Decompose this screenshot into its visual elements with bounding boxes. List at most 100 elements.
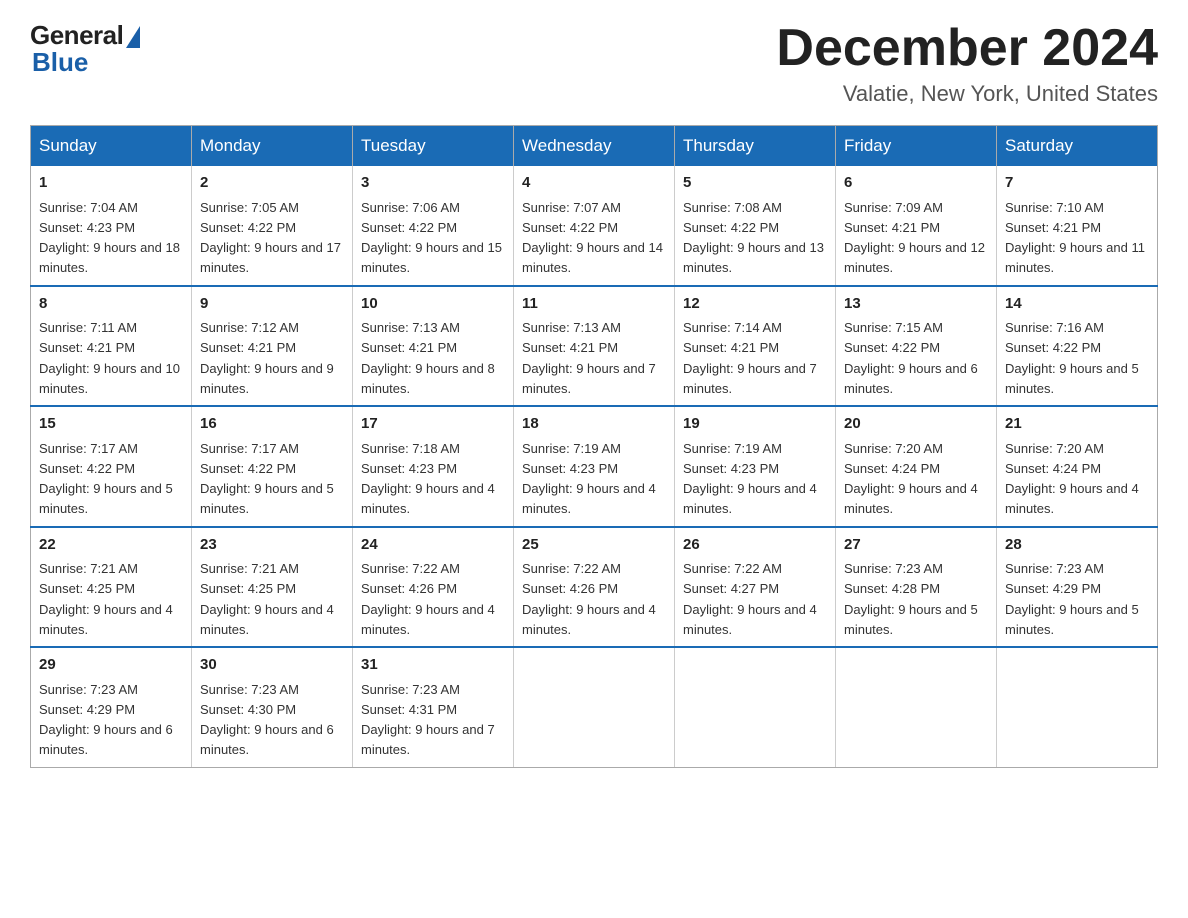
calendar-day-cell: 28 Sunrise: 7:23 AMSunset: 4:29 PMDaylig…	[997, 527, 1158, 648]
day-info: Sunrise: 7:19 AMSunset: 4:23 PMDaylight:…	[683, 441, 817, 517]
calendar-day-header: Wednesday	[514, 126, 675, 167]
calendar-week-row: 15 Sunrise: 7:17 AMSunset: 4:22 PMDaylig…	[31, 406, 1158, 527]
day-info: Sunrise: 7:17 AMSunset: 4:22 PMDaylight:…	[39, 441, 173, 517]
day-number: 22	[39, 534, 183, 557]
calendar-day-cell: 12 Sunrise: 7:14 AMSunset: 4:21 PMDaylig…	[675, 286, 836, 407]
calendar-day-cell: 31 Sunrise: 7:23 AMSunset: 4:31 PMDaylig…	[353, 647, 514, 767]
day-info: Sunrise: 7:23 AMSunset: 4:30 PMDaylight:…	[200, 682, 334, 758]
calendar-table: SundayMondayTuesdayWednesdayThursdayFrid…	[30, 125, 1158, 768]
calendar-day-cell: 21 Sunrise: 7:20 AMSunset: 4:24 PMDaylig…	[997, 406, 1158, 527]
day-info: Sunrise: 7:16 AMSunset: 4:22 PMDaylight:…	[1005, 320, 1139, 396]
calendar-week-row: 1 Sunrise: 7:04 AMSunset: 4:23 PMDayligh…	[31, 166, 1158, 286]
day-info: Sunrise: 7:23 AMSunset: 4:29 PMDaylight:…	[39, 682, 173, 758]
calendar-day-cell: 30 Sunrise: 7:23 AMSunset: 4:30 PMDaylig…	[192, 647, 353, 767]
calendar-week-row: 22 Sunrise: 7:21 AMSunset: 4:25 PMDaylig…	[31, 527, 1158, 648]
month-title: December 2024	[776, 20, 1158, 77]
calendar-day-cell: 16 Sunrise: 7:17 AMSunset: 4:22 PMDaylig…	[192, 406, 353, 527]
calendar-day-cell: 7 Sunrise: 7:10 AMSunset: 4:21 PMDayligh…	[997, 166, 1158, 286]
calendar-day-cell: 2 Sunrise: 7:05 AMSunset: 4:22 PMDayligh…	[192, 166, 353, 286]
calendar-day-cell: 25 Sunrise: 7:22 AMSunset: 4:26 PMDaylig…	[514, 527, 675, 648]
day-info: Sunrise: 7:08 AMSunset: 4:22 PMDaylight:…	[683, 200, 824, 276]
calendar-day-cell: 20 Sunrise: 7:20 AMSunset: 4:24 PMDaylig…	[836, 406, 997, 527]
calendar-day-cell: 22 Sunrise: 7:21 AMSunset: 4:25 PMDaylig…	[31, 527, 192, 648]
day-number: 31	[361, 654, 505, 677]
calendar-day-cell: 24 Sunrise: 7:22 AMSunset: 4:26 PMDaylig…	[353, 527, 514, 648]
calendar-day-cell: 8 Sunrise: 7:11 AMSunset: 4:21 PMDayligh…	[31, 286, 192, 407]
calendar-day-cell: 29 Sunrise: 7:23 AMSunset: 4:29 PMDaylig…	[31, 647, 192, 767]
day-number: 14	[1005, 293, 1149, 316]
day-number: 13	[844, 293, 988, 316]
calendar-day-header: Saturday	[997, 126, 1158, 167]
day-number: 15	[39, 413, 183, 436]
calendar-day-cell: 1 Sunrise: 7:04 AMSunset: 4:23 PMDayligh…	[31, 166, 192, 286]
day-info: Sunrise: 7:12 AMSunset: 4:21 PMDaylight:…	[200, 320, 334, 396]
calendar-day-cell: 9 Sunrise: 7:12 AMSunset: 4:21 PMDayligh…	[192, 286, 353, 407]
day-info: Sunrise: 7:22 AMSunset: 4:27 PMDaylight:…	[683, 561, 817, 637]
day-number: 16	[200, 413, 344, 436]
logo: General Blue	[30, 20, 140, 78]
day-info: Sunrise: 7:15 AMSunset: 4:22 PMDaylight:…	[844, 320, 978, 396]
day-info: Sunrise: 7:20 AMSunset: 4:24 PMDaylight:…	[844, 441, 978, 517]
day-number: 4	[522, 172, 666, 195]
day-number: 23	[200, 534, 344, 557]
day-info: Sunrise: 7:23 AMSunset: 4:29 PMDaylight:…	[1005, 561, 1139, 637]
day-number: 29	[39, 654, 183, 677]
calendar-day-cell	[836, 647, 997, 767]
day-info: Sunrise: 7:21 AMSunset: 4:25 PMDaylight:…	[39, 561, 173, 637]
day-info: Sunrise: 7:17 AMSunset: 4:22 PMDaylight:…	[200, 441, 334, 517]
day-info: Sunrise: 7:10 AMSunset: 4:21 PMDaylight:…	[1005, 200, 1145, 276]
day-info: Sunrise: 7:23 AMSunset: 4:28 PMDaylight:…	[844, 561, 978, 637]
calendar-day-header: Friday	[836, 126, 997, 167]
day-number: 25	[522, 534, 666, 557]
day-info: Sunrise: 7:11 AMSunset: 4:21 PMDaylight:…	[39, 320, 180, 396]
calendar-day-cell	[514, 647, 675, 767]
calendar-week-row: 8 Sunrise: 7:11 AMSunset: 4:21 PMDayligh…	[31, 286, 1158, 407]
day-info: Sunrise: 7:22 AMSunset: 4:26 PMDaylight:…	[361, 561, 495, 637]
logo-blue-text: Blue	[32, 47, 88, 78]
day-number: 28	[1005, 534, 1149, 557]
day-number: 9	[200, 293, 344, 316]
day-number: 21	[1005, 413, 1149, 436]
day-number: 1	[39, 172, 183, 195]
calendar-day-cell: 13 Sunrise: 7:15 AMSunset: 4:22 PMDaylig…	[836, 286, 997, 407]
calendar-day-cell	[997, 647, 1158, 767]
day-number: 7	[1005, 172, 1149, 195]
title-block: December 2024 Valatie, New York, United …	[776, 20, 1158, 107]
day-number: 18	[522, 413, 666, 436]
day-info: Sunrise: 7:09 AMSunset: 4:21 PMDaylight:…	[844, 200, 985, 276]
calendar-day-cell	[675, 647, 836, 767]
day-info: Sunrise: 7:14 AMSunset: 4:21 PMDaylight:…	[683, 320, 817, 396]
day-number: 5	[683, 172, 827, 195]
calendar-day-cell: 3 Sunrise: 7:06 AMSunset: 4:22 PMDayligh…	[353, 166, 514, 286]
calendar-header-row: SundayMondayTuesdayWednesdayThursdayFrid…	[31, 126, 1158, 167]
calendar-day-cell: 17 Sunrise: 7:18 AMSunset: 4:23 PMDaylig…	[353, 406, 514, 527]
day-info: Sunrise: 7:23 AMSunset: 4:31 PMDaylight:…	[361, 682, 495, 758]
calendar-day-cell: 19 Sunrise: 7:19 AMSunset: 4:23 PMDaylig…	[675, 406, 836, 527]
calendar-day-header: Tuesday	[353, 126, 514, 167]
day-info: Sunrise: 7:13 AMSunset: 4:21 PMDaylight:…	[361, 320, 495, 396]
day-info: Sunrise: 7:06 AMSunset: 4:22 PMDaylight:…	[361, 200, 502, 276]
day-info: Sunrise: 7:20 AMSunset: 4:24 PMDaylight:…	[1005, 441, 1139, 517]
day-number: 26	[683, 534, 827, 557]
day-info: Sunrise: 7:19 AMSunset: 4:23 PMDaylight:…	[522, 441, 656, 517]
day-info: Sunrise: 7:07 AMSunset: 4:22 PMDaylight:…	[522, 200, 663, 276]
calendar-day-cell: 14 Sunrise: 7:16 AMSunset: 4:22 PMDaylig…	[997, 286, 1158, 407]
day-info: Sunrise: 7:21 AMSunset: 4:25 PMDaylight:…	[200, 561, 334, 637]
day-number: 12	[683, 293, 827, 316]
calendar-day-cell: 11 Sunrise: 7:13 AMSunset: 4:21 PMDaylig…	[514, 286, 675, 407]
day-info: Sunrise: 7:04 AMSunset: 4:23 PMDaylight:…	[39, 200, 180, 276]
day-number: 10	[361, 293, 505, 316]
calendar-day-header: Sunday	[31, 126, 192, 167]
day-number: 17	[361, 413, 505, 436]
calendar-day-cell: 6 Sunrise: 7:09 AMSunset: 4:21 PMDayligh…	[836, 166, 997, 286]
calendar-day-cell: 26 Sunrise: 7:22 AMSunset: 4:27 PMDaylig…	[675, 527, 836, 648]
calendar-day-cell: 10 Sunrise: 7:13 AMSunset: 4:21 PMDaylig…	[353, 286, 514, 407]
day-number: 30	[200, 654, 344, 677]
calendar-day-cell: 18 Sunrise: 7:19 AMSunset: 4:23 PMDaylig…	[514, 406, 675, 527]
day-number: 3	[361, 172, 505, 195]
calendar-day-header: Monday	[192, 126, 353, 167]
day-info: Sunrise: 7:13 AMSunset: 4:21 PMDaylight:…	[522, 320, 656, 396]
day-number: 2	[200, 172, 344, 195]
day-number: 27	[844, 534, 988, 557]
location-subtitle: Valatie, New York, United States	[776, 81, 1158, 107]
